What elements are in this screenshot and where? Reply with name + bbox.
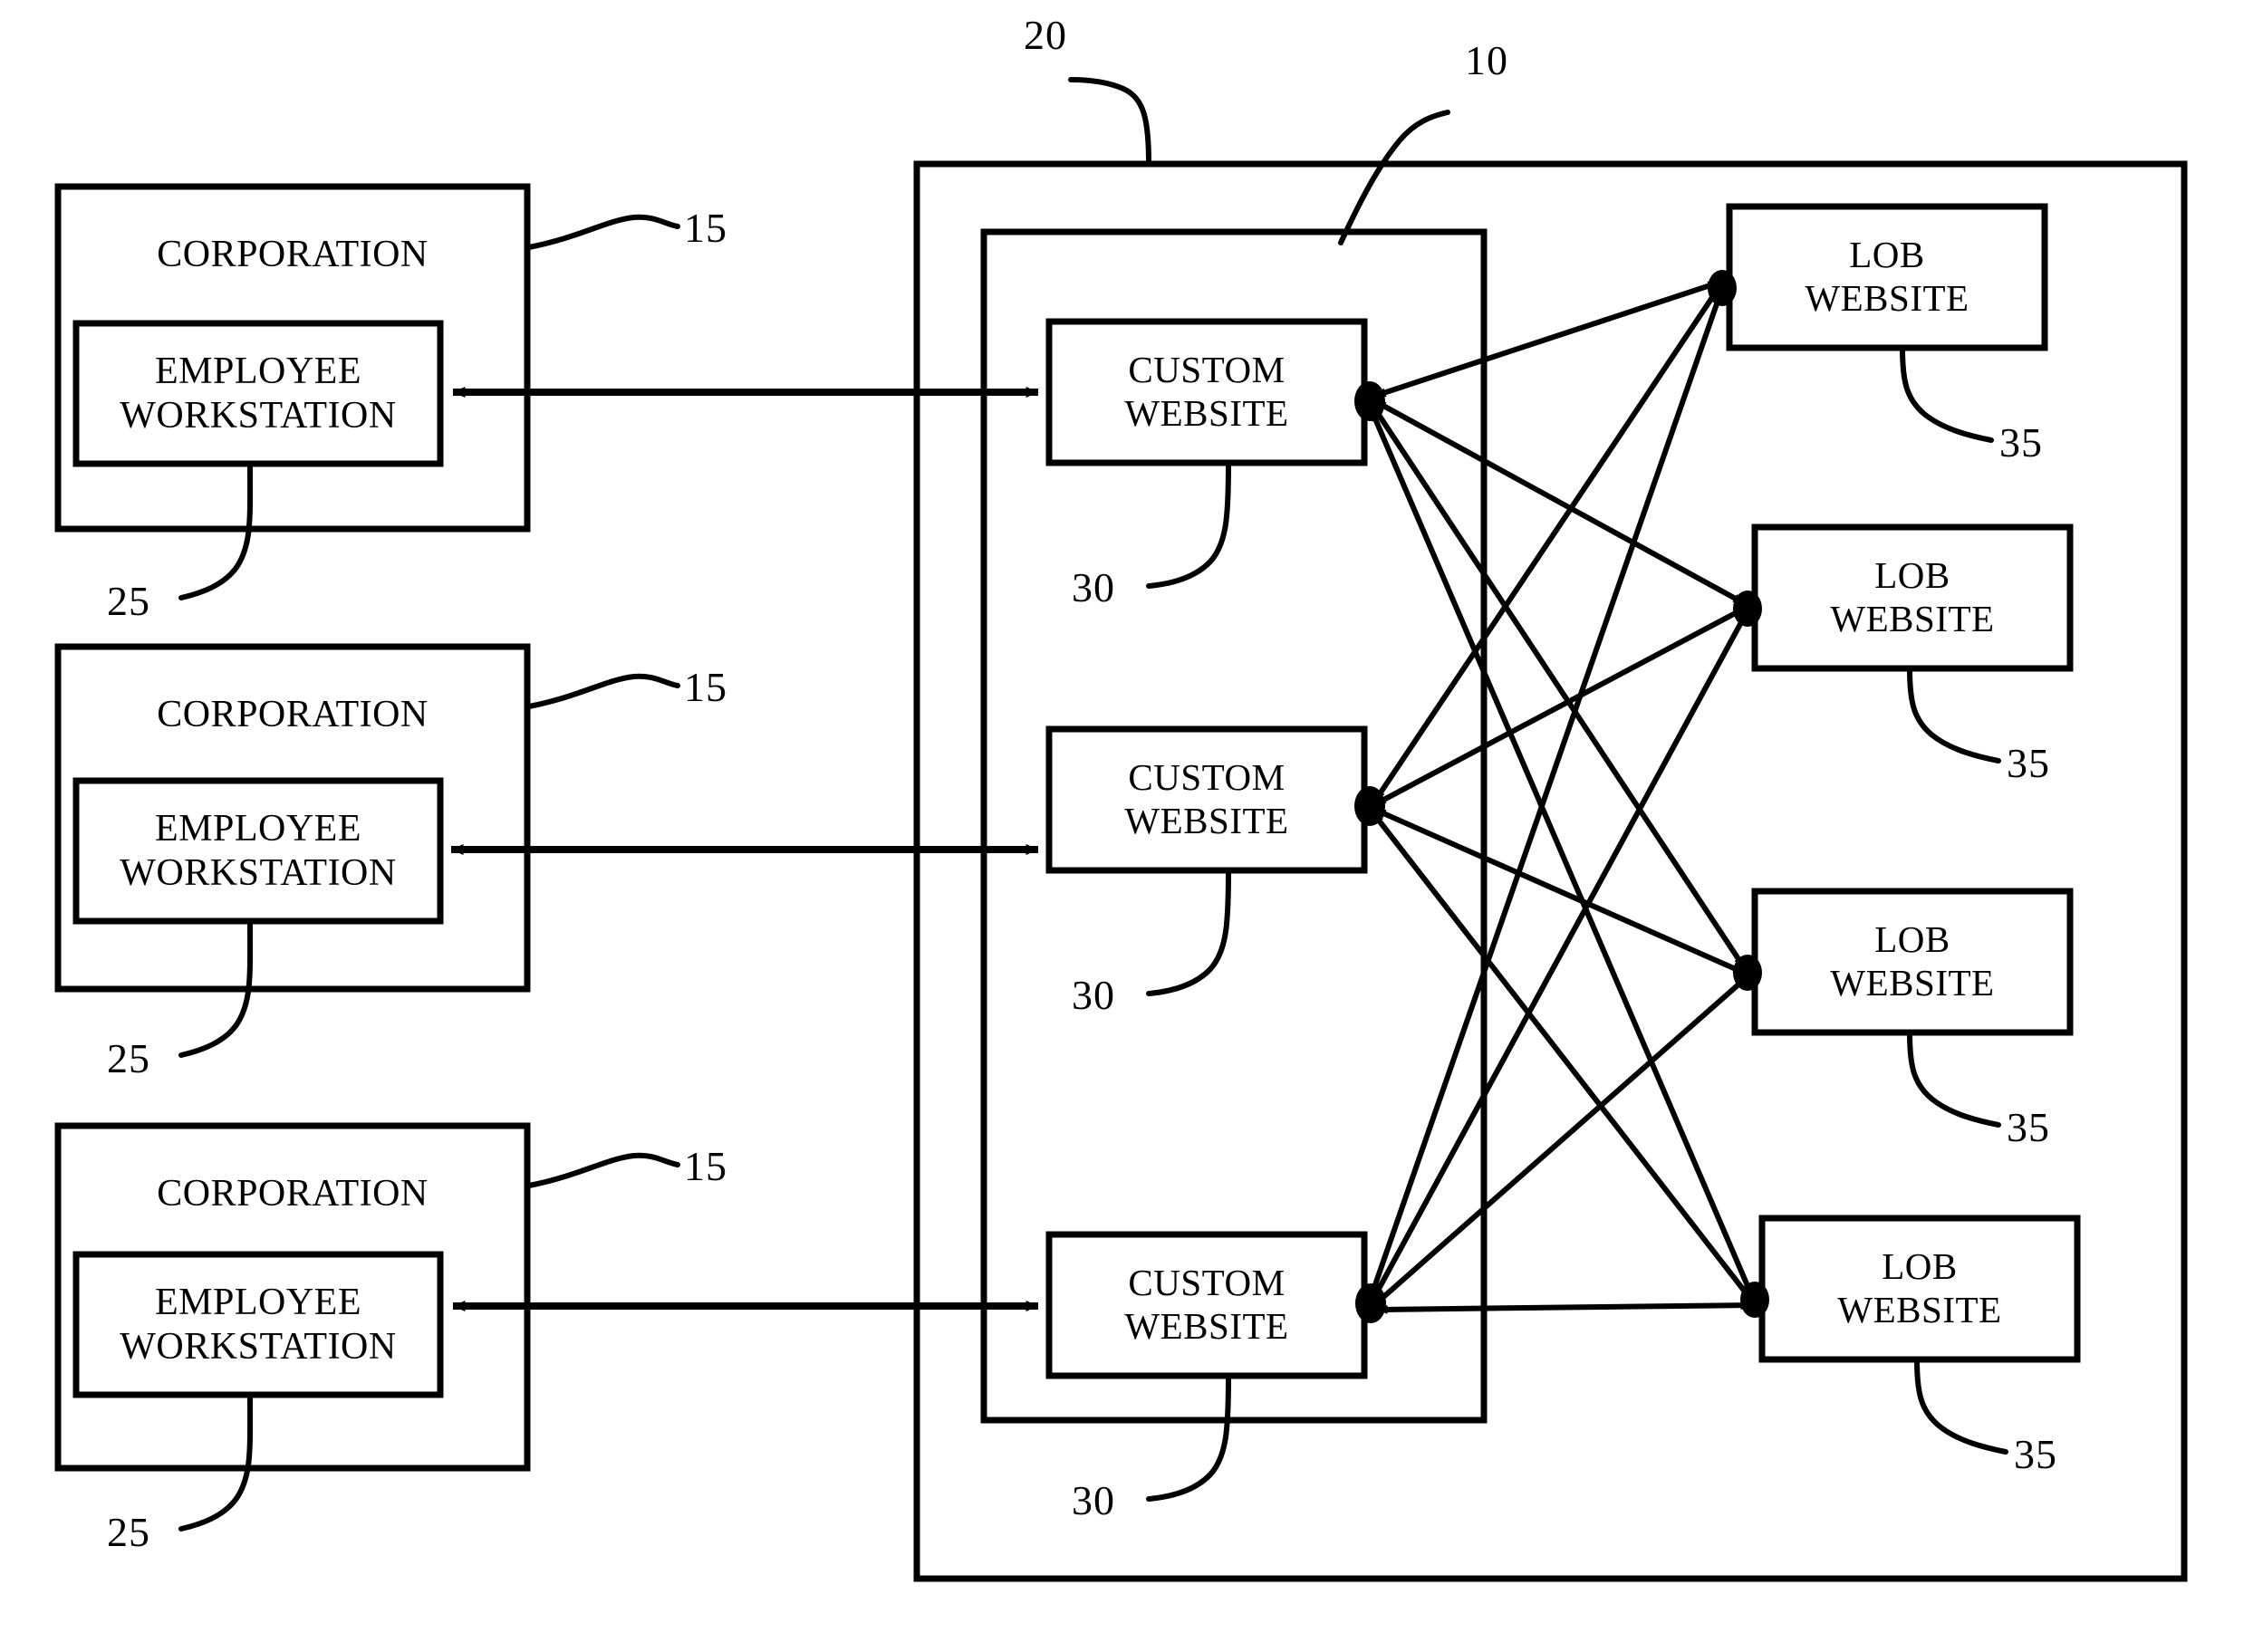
arrow-convergence-cw3 [1355,1283,1386,1323]
leader-35-lob-2 [1907,666,2001,764]
leader-35-lob-4 [1914,1357,2008,1455]
leader-20 [1068,77,1151,166]
arrow-cw2-lob4 [1371,812,1754,1301]
lob-website-box-2 [1751,523,2074,672]
arrow-convergence-lob3 [1733,955,1762,991]
reference-numeral-35-2: 35 [2007,740,2050,786]
custom-website-box-2 [1045,725,1368,874]
arrow-convergence-lob1 [1708,270,1737,306]
employee-workstation-box-3 [72,1251,444,1398]
arrow-cw1-lob1 [1374,280,1719,399]
lob-website-box-1 [1726,203,2048,351]
custom-website-box-3 [1045,1231,1368,1379]
reference-numeral-15-2: 15 [684,664,727,710]
reference-numeral-30-1: 30 [1072,564,1115,610]
reference-numeral-15-3: 15 [684,1143,727,1189]
corporation-box-3 [54,1122,531,1472]
leader-35-lob-1 [1900,345,1994,443]
leader-30-cw-3 [1146,1374,1231,1502]
reference-numeral-10: 10 [1465,37,1508,83]
arrow-convergence-cw2 [1354,786,1385,826]
diagram-canvas [54,77,2188,1582]
employee-workstation-box-1 [72,320,444,467]
arrow-cw3-lob1 [1369,293,1723,1296]
leader-10 [1338,110,1450,245]
arrow-cw3-lob3 [1373,975,1748,1307]
arrow-convergence-cw1 [1354,381,1385,421]
leader-30-cw-1 [1146,461,1231,589]
leader-15-corp-2 [526,673,680,709]
reference-numeral-35-3: 35 [2007,1104,2050,1150]
reference-numeral-20: 20 [1024,12,1067,58]
reference-numeral-35-4: 35 [2014,1431,2057,1477]
reference-numeral-25-2: 25 [107,1035,150,1081]
reference-numeral-30-3: 30 [1072,1477,1115,1523]
custom-website-box-1 [1045,318,1368,466]
patent-figure: CORPORATION CORPORATION CORPORATION EMPL… [0,0,2263,1652]
leader-35-lob-3 [1907,1030,2001,1128]
leader-25-ws-3 [178,1393,254,1532]
leader-15-corp-1 [526,214,680,250]
reference-numeral-25-1: 25 [107,578,150,624]
arrow-cw3-lob4 [1376,1301,1752,1314]
arrow-convergence-lob2 [1733,591,1762,627]
leader-15-corp-3 [526,1152,680,1188]
reference-numeral-35-1: 35 [1999,419,2043,466]
arrow-cw1-lob4 [1369,408,1754,1296]
arrow-cw1-lob2 [1373,399,1746,606]
lob-website-box-4 [1758,1215,2081,1363]
corporation-box-2 [54,643,531,993]
reference-numeral-30-2: 30 [1072,972,1115,1018]
leader-30-cw-2 [1146,869,1231,996]
lob-website-box-3 [1751,888,2074,1036]
employee-workstation-box-2 [72,777,444,925]
arrow-cw2-lob2 [1373,606,1746,807]
reference-numeral-25-3: 25 [107,1509,150,1555]
corporation-box-1 [54,183,531,533]
reference-numeral-15-1: 15 [684,205,727,251]
arrow-convergence-lob4 [1740,1282,1769,1318]
